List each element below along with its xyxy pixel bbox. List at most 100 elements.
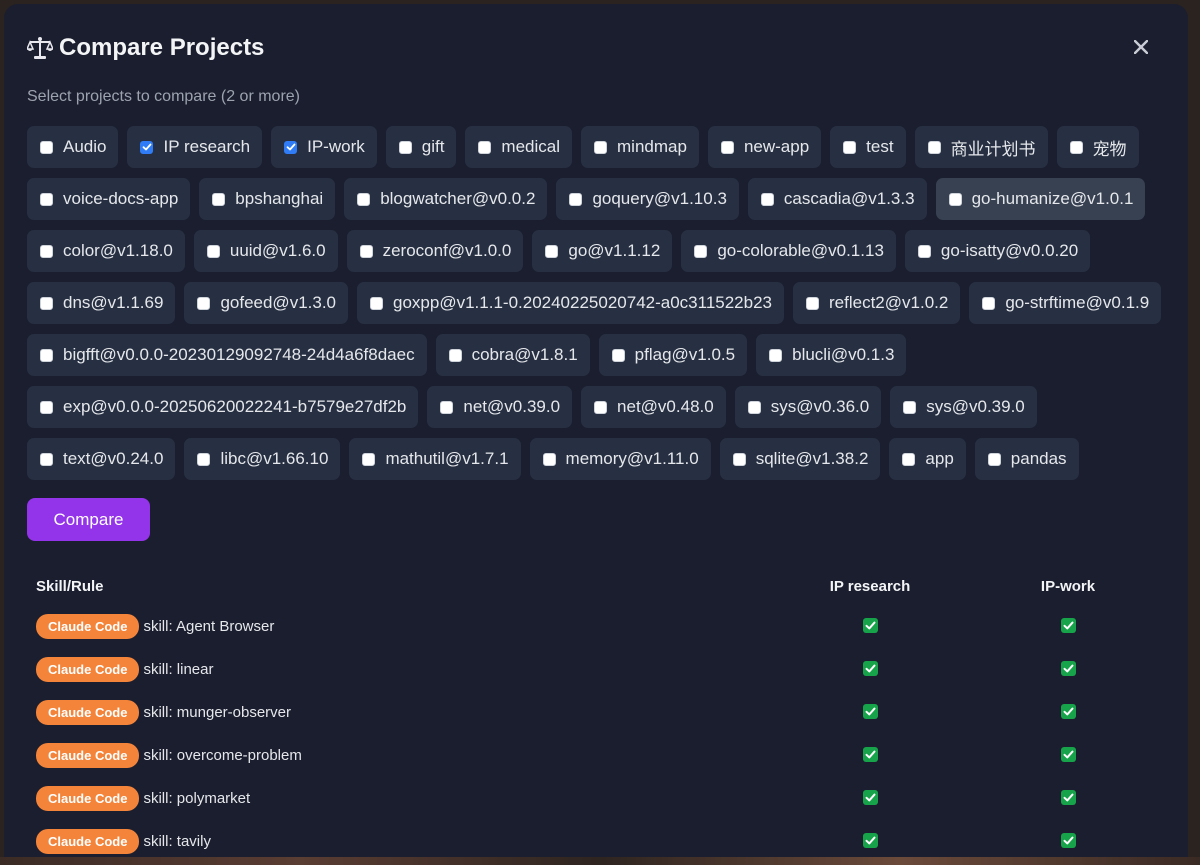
project-option[interactable]: IP research bbox=[127, 126, 263, 168]
project-option[interactable]: pflag@v1.0.5 bbox=[598, 334, 748, 376]
project-option[interactable]: mindmap bbox=[581, 126, 699, 168]
project-checkbox[interactable] bbox=[987, 452, 1001, 466]
project-option[interactable]: bigfft@v0.0.0-20230129092748-24d4a6f8dae… bbox=[27, 334, 427, 376]
project-option[interactable]: memory@v1.11.0 bbox=[529, 438, 711, 480]
check-mark-icon bbox=[1060, 833, 1076, 848]
project-option[interactable]: net@v0.39.0 bbox=[427, 386, 573, 428]
project-checkbox[interactable] bbox=[197, 296, 211, 310]
project-checkbox[interactable] bbox=[902, 452, 916, 466]
project-label: voice-docs-app bbox=[63, 189, 179, 208]
project-checkbox[interactable] bbox=[843, 140, 857, 154]
project-option[interactable]: uuid@v1.6.0 bbox=[193, 230, 338, 272]
project-checkbox[interactable] bbox=[40, 296, 53, 310]
project-checkbox[interactable] bbox=[398, 140, 412, 154]
project-checkbox[interactable] bbox=[569, 192, 583, 206]
project-option[interactable]: cascadia@v1.3.3 bbox=[747, 178, 927, 220]
project-checkbox[interactable] bbox=[611, 348, 625, 362]
project-checkbox[interactable] bbox=[359, 244, 373, 258]
project-checkbox[interactable] bbox=[769, 348, 783, 362]
project-checkbox[interactable] bbox=[760, 192, 774, 206]
project-option[interactable]: voice-docs-app bbox=[27, 178, 191, 220]
project-option[interactable]: sys@v0.39.0 bbox=[890, 386, 1037, 428]
project-checkbox[interactable] bbox=[542, 452, 556, 466]
project-option[interactable]: app bbox=[889, 438, 966, 480]
project-checkbox[interactable] bbox=[212, 192, 226, 206]
project-option[interactable]: Audio bbox=[27, 126, 119, 168]
skill-cell: Claude Code skill: Agent Browser bbox=[27, 605, 771, 648]
project-checkbox[interactable] bbox=[747, 400, 761, 414]
scales-icon bbox=[25, 36, 55, 60]
project-checkbox[interactable] bbox=[40, 140, 53, 154]
project-option[interactable]: go@v1.1.12 bbox=[532, 230, 673, 272]
project-option[interactable]: dns@v1.1.69 bbox=[27, 282, 176, 324]
project-checkbox[interactable] bbox=[1069, 140, 1083, 154]
project-checkbox[interactable] bbox=[40, 244, 53, 258]
project-checkbox[interactable] bbox=[927, 140, 941, 154]
project-checkbox[interactable] bbox=[903, 400, 917, 414]
project-checkbox[interactable] bbox=[948, 192, 962, 206]
project-option[interactable]: mathutil@v1.7.1 bbox=[349, 438, 521, 480]
project-option[interactable]: go-strftime@v0.1.9 bbox=[969, 282, 1162, 324]
project-label: text@v0.24.0 bbox=[63, 449, 164, 468]
project-checkbox[interactable] bbox=[720, 140, 734, 154]
project-checkbox[interactable] bbox=[370, 296, 384, 310]
project-option[interactable]: gift bbox=[385, 126, 457, 168]
project-checkbox[interactable] bbox=[448, 348, 462, 362]
project-option[interactable]: test bbox=[830, 126, 906, 168]
project-checkbox[interactable] bbox=[594, 400, 608, 414]
project-option[interactable]: cobra@v1.8.1 bbox=[435, 334, 590, 376]
project-option[interactable]: pandas bbox=[974, 438, 1079, 480]
project-label: medical bbox=[501, 137, 561, 156]
project-option[interactable]: goquery@v1.10.3 bbox=[556, 178, 739, 220]
project-option[interactable]: zeroconf@v1.0.0 bbox=[346, 230, 524, 272]
project-option[interactable]: new-app bbox=[707, 126, 822, 168]
presence-cell bbox=[771, 691, 969, 734]
project-option[interactable]: sqlite@v1.38.2 bbox=[719, 438, 881, 480]
close-button[interactable] bbox=[1129, 37, 1153, 61]
project-option[interactable]: text@v0.24.0 bbox=[27, 438, 176, 480]
project-label: go-isatty@v0.0.20 bbox=[940, 241, 1079, 260]
project-checkbox[interactable] bbox=[362, 452, 376, 466]
project-checkbox[interactable] bbox=[357, 192, 371, 206]
project-option[interactable]: exp@v0.0.0-20250620022241-b7579e27df2b bbox=[27, 386, 419, 428]
project-option[interactable]: IP-work bbox=[271, 126, 377, 168]
project-option[interactable]: 宠物 bbox=[1056, 126, 1139, 168]
project-option[interactable]: go-isatty@v0.0.20 bbox=[904, 230, 1091, 272]
project-checkbox[interactable] bbox=[206, 244, 220, 258]
project-option[interactable]: libc@v1.66.10 bbox=[184, 438, 341, 480]
project-checkbox[interactable] bbox=[694, 244, 708, 258]
compare-button[interactable]: Compare bbox=[27, 498, 150, 541]
project-checkbox[interactable] bbox=[917, 244, 931, 258]
project-option[interactable]: net@v0.48.0 bbox=[581, 386, 726, 428]
project-checkbox[interactable] bbox=[440, 400, 454, 414]
project-option[interactable]: blogwatcher@v0.0.2 bbox=[344, 178, 548, 220]
project-label: memory@v1.11.0 bbox=[565, 449, 699, 468]
project-checkbox[interactable] bbox=[40, 400, 53, 414]
project-checkbox[interactable] bbox=[40, 452, 53, 466]
project-label: gofeed@v1.3.0 bbox=[220, 293, 337, 312]
project-option[interactable]: gofeed@v1.3.0 bbox=[184, 282, 349, 324]
source-badge: Claude Code bbox=[36, 786, 140, 811]
project-checkbox[interactable] bbox=[478, 140, 492, 154]
project-checkbox[interactable] bbox=[40, 348, 53, 362]
project-checkbox[interactable] bbox=[140, 140, 154, 154]
project-option[interactable]: color@v1.18.0 bbox=[27, 230, 185, 272]
project-checkbox[interactable] bbox=[732, 452, 746, 466]
project-option[interactable]: blucli@v0.1.3 bbox=[756, 334, 907, 376]
project-checkbox[interactable] bbox=[197, 452, 211, 466]
project-label: blucli@v0.1.3 bbox=[792, 345, 895, 364]
project-option[interactable]: go-humanize@v1.0.1 bbox=[935, 178, 1146, 220]
project-checkbox[interactable] bbox=[284, 140, 298, 154]
project-option[interactable]: reflect2@v1.0.2 bbox=[793, 282, 961, 324]
project-checkbox[interactable] bbox=[594, 140, 608, 154]
project-option[interactable]: 商业计划书 bbox=[914, 126, 1048, 168]
project-option[interactable]: sys@v0.36.0 bbox=[734, 386, 882, 428]
project-checkbox[interactable] bbox=[545, 244, 559, 258]
project-checkbox[interactable] bbox=[40, 192, 53, 206]
project-option[interactable]: go-colorable@v0.1.13 bbox=[681, 230, 896, 272]
project-option[interactable]: medical bbox=[465, 126, 573, 168]
project-checkbox[interactable] bbox=[806, 296, 820, 310]
project-option[interactable]: goxpp@v1.1.1-0.20240225020742-a0c311522b… bbox=[357, 282, 785, 324]
project-checkbox[interactable] bbox=[982, 296, 996, 310]
project-option[interactable]: bpshanghai bbox=[199, 178, 336, 220]
